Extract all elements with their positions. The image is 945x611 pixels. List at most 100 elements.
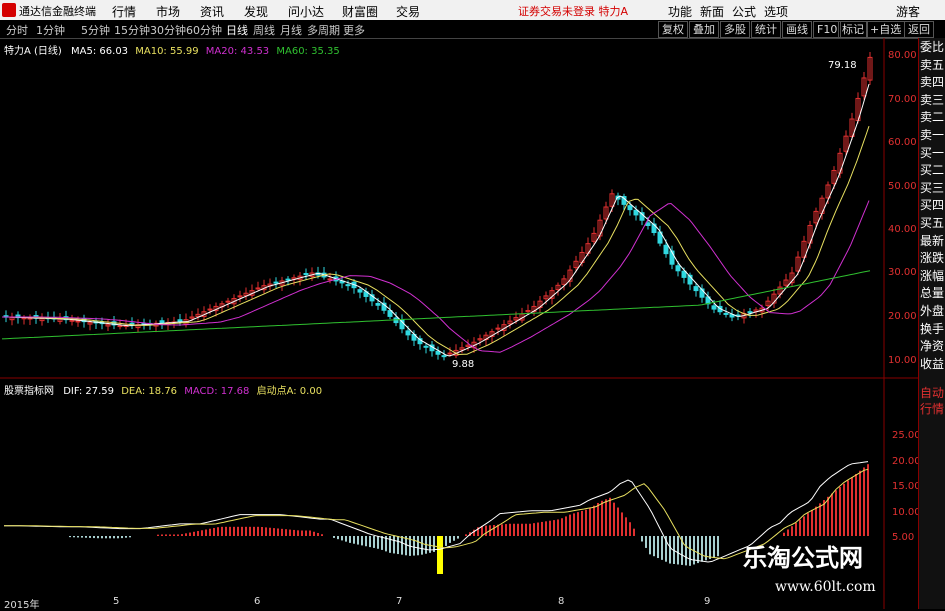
period-30min[interactable]: 30分钟	[150, 22, 186, 38]
ma20-line	[2, 200, 870, 353]
x-axis-label: 6	[254, 596, 261, 607]
side-item: 外盘	[920, 304, 945, 318]
candle-body	[357, 289, 363, 293]
candle-body	[327, 278, 333, 281]
candle-body	[633, 209, 639, 216]
candle-body	[675, 265, 681, 272]
candle-body	[723, 312, 729, 315]
menu-item-trade[interactable]: 交易	[396, 3, 420, 20]
candle-body	[177, 319, 183, 323]
side-item: 换手	[920, 321, 945, 336]
side-item: 卖五	[920, 57, 945, 72]
side-item: 卖三	[920, 92, 945, 107]
candle-body	[405, 330, 411, 336]
candle-body	[303, 273, 309, 276]
back-button[interactable]: 返回	[904, 21, 934, 38]
period-weekly[interactable]: 周线	[253, 22, 275, 38]
candle-body	[747, 311, 753, 314]
period-60min[interactable]: 60分钟	[186, 22, 222, 38]
candle-body	[435, 350, 441, 355]
period-1min[interactable]: 1分钟	[36, 22, 65, 38]
period-toolbar: 分时 1分钟 5分钟 15分钟 30分钟 60分钟 日线 周线 月线 多周期 更…	[0, 20, 945, 39]
mark-button[interactable]: 标记	[838, 21, 868, 38]
app-title: 通达信金融终端	[19, 5, 96, 18]
dea-line	[4, 468, 869, 560]
draw-button[interactable]: 画线	[782, 21, 812, 38]
side-item: 总量	[920, 286, 945, 301]
side-item: 卖四	[920, 75, 945, 90]
candle-body	[285, 278, 291, 281]
candle-body	[423, 345, 429, 348]
watermark-url: www.60lt.com	[775, 579, 876, 595]
menu-item-news[interactable]: 资讯	[200, 3, 224, 20]
menu-item-wealth[interactable]: 财富圈	[342, 3, 378, 20]
quote-side-panel: 委比卖五卖四卖三卖二卖一买一买二买三买四买五最新涨跌涨幅总量外盘换手净资收益 自…	[918, 38, 945, 609]
watermark-title: 乐淘公式网	[743, 544, 863, 572]
signal-marker	[437, 536, 443, 574]
menu-item-discover[interactable]: 发现	[244, 3, 268, 20]
candle-body	[645, 222, 651, 226]
period-15min[interactable]: 15分钟	[114, 22, 150, 38]
candle-body	[255, 287, 261, 290]
menu-item-function[interactable]: 功能	[668, 3, 692, 20]
candle-body	[159, 320, 165, 324]
side-auto-label[interactable]: 自动	[920, 386, 944, 401]
period-5min[interactable]: 5分钟	[81, 22, 110, 38]
menu-bar: 通达信金融终端 行情 市场 资讯 发现 问小达 财富圈 交易 证券交易未登录 特…	[0, 0, 945, 21]
side-item: 买二	[920, 163, 945, 178]
restore-rights-button[interactable]: 复权	[658, 21, 688, 38]
period-timeshare[interactable]: 分时	[6, 22, 28, 38]
menu-item-options[interactable]: 选项	[764, 3, 788, 20]
x-axis-label: 9	[704, 596, 711, 607]
side-item: 买五	[920, 216, 945, 230]
side-item: 最新	[920, 233, 945, 248]
stats-button[interactable]: 统计	[751, 21, 781, 38]
candle-body	[273, 281, 279, 284]
candle-body	[441, 355, 447, 358]
overlay-button[interactable]: 叠加	[689, 21, 719, 38]
candle-body	[345, 284, 351, 287]
side-item: 涨跌	[920, 251, 945, 266]
menu-item-markets[interactable]: 市场	[156, 3, 180, 20]
candle-body	[117, 325, 123, 328]
x-axis-label: 7	[396, 596, 403, 607]
candle-body	[207, 308, 213, 311]
side-item: 委比	[920, 40, 945, 54]
side-market-label[interactable]: 行情	[920, 402, 944, 417]
menu-item-layout[interactable]: 新面	[700, 3, 724, 20]
side-item: 卖二	[920, 110, 945, 125]
dif-line	[4, 461, 869, 563]
menu-item-market[interactable]: 行情	[112, 3, 136, 20]
side-item: 收益	[920, 356, 945, 371]
x-axis-label: 8	[558, 596, 565, 607]
menu-item-formula[interactable]: 公式	[732, 3, 756, 20]
candle-body	[69, 319, 75, 322]
side-item: 买四	[920, 198, 945, 213]
candle-body	[447, 352, 453, 355]
candle-body	[693, 286, 699, 292]
high-annotation: 79.18	[828, 60, 857, 71]
period-monthly[interactable]: 月线	[280, 22, 302, 38]
menu-item-guest[interactable]: 游客	[896, 3, 920, 20]
candle-body	[627, 205, 633, 211]
x-axis-label: 5	[113, 596, 120, 607]
multi-stock-button[interactable]: 多股	[720, 21, 750, 38]
side-item: 涨幅	[920, 268, 945, 283]
candle-body	[225, 300, 231, 303]
candle-body	[375, 302, 381, 306]
side-item: 卖一	[920, 128, 945, 142]
login-notice: 证券交易未登录 特力A	[518, 5, 629, 18]
candle-body	[663, 244, 669, 255]
period-daily[interactable]: 日线	[226, 22, 248, 38]
period-more[interactable]: 更多	[343, 22, 365, 38]
kline-chart[interactable]: 79.18 9.88	[0, 38, 918, 609]
low-annotation: 9.88	[452, 359, 474, 370]
period-multi[interactable]: 多周期	[307, 22, 340, 38]
candle-body	[75, 320, 81, 323]
side-item: 买一	[920, 145, 945, 160]
candle-body	[711, 305, 717, 310]
menu-item-assistant[interactable]: 问小达	[288, 3, 324, 20]
add-watchlist-button[interactable]: +自选	[866, 21, 906, 38]
side-item: 买三	[920, 180, 945, 195]
side-item: 净资	[920, 339, 945, 354]
